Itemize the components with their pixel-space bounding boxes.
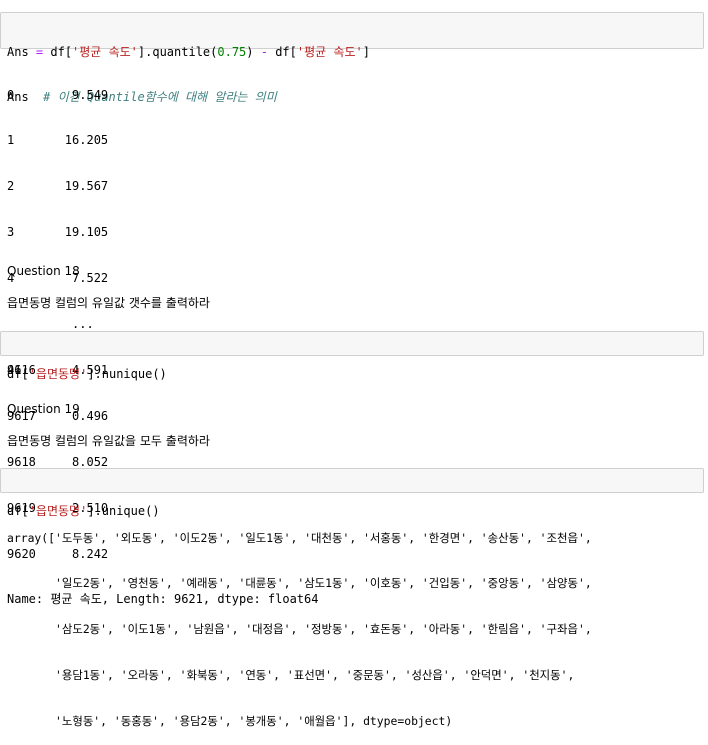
output-row: '노형동', '동홍동', '용담2동', '봉개동', '애월읍'], dty… [7,714,453,729]
question-18-text: 읍면동명 컬럼의 유일값 갯수를 출력하라 [7,296,210,310]
output-row: 2 19.567 [7,179,109,194]
question-19-text: 읍면동명 컬럼의 유일값을 모두 출력하라 [7,434,210,448]
output-row: 1 16.205 [7,133,109,148]
output-row: array(['도두동', '외도동', '이도2동', '일도1동', '대천… [7,530,592,545]
output-row: 0 9.549 [7,87,109,102]
question-19-heading: Question 19 [7,402,80,416]
code-line: df['읍면동명'].nunique() [7,366,167,381]
code-cell-2[interactable]: df['읍면동명'].nunique() [0,331,704,381]
output-row: '일도2동', '영천동', '예래동', '대륜동', '삼도1동', '이호… [7,576,592,591]
output-cell-2: 41 [7,363,22,377]
output-row: 3 19.105 [7,225,109,240]
question-18-heading: Question 18 [7,264,80,278]
output-cell-3: array(['도두동', '외도동', '이도2동', '일도1동', '대천… [7,500,592,745]
output-row: '삼도2동', '이도1동', '남원읍', '대정읍', '정방동', '효돈… [7,622,592,637]
code-cell-1[interactable]: Ans = df['평균 속도'].quantile(0.75) - df['평… [0,12,704,104]
output-row: '용담1동', '오라동', '화북동', '연동', '표선면', '중문동'… [7,668,575,683]
code-cell-3[interactable]: df['읍면동명'].unique() [0,468,704,518]
